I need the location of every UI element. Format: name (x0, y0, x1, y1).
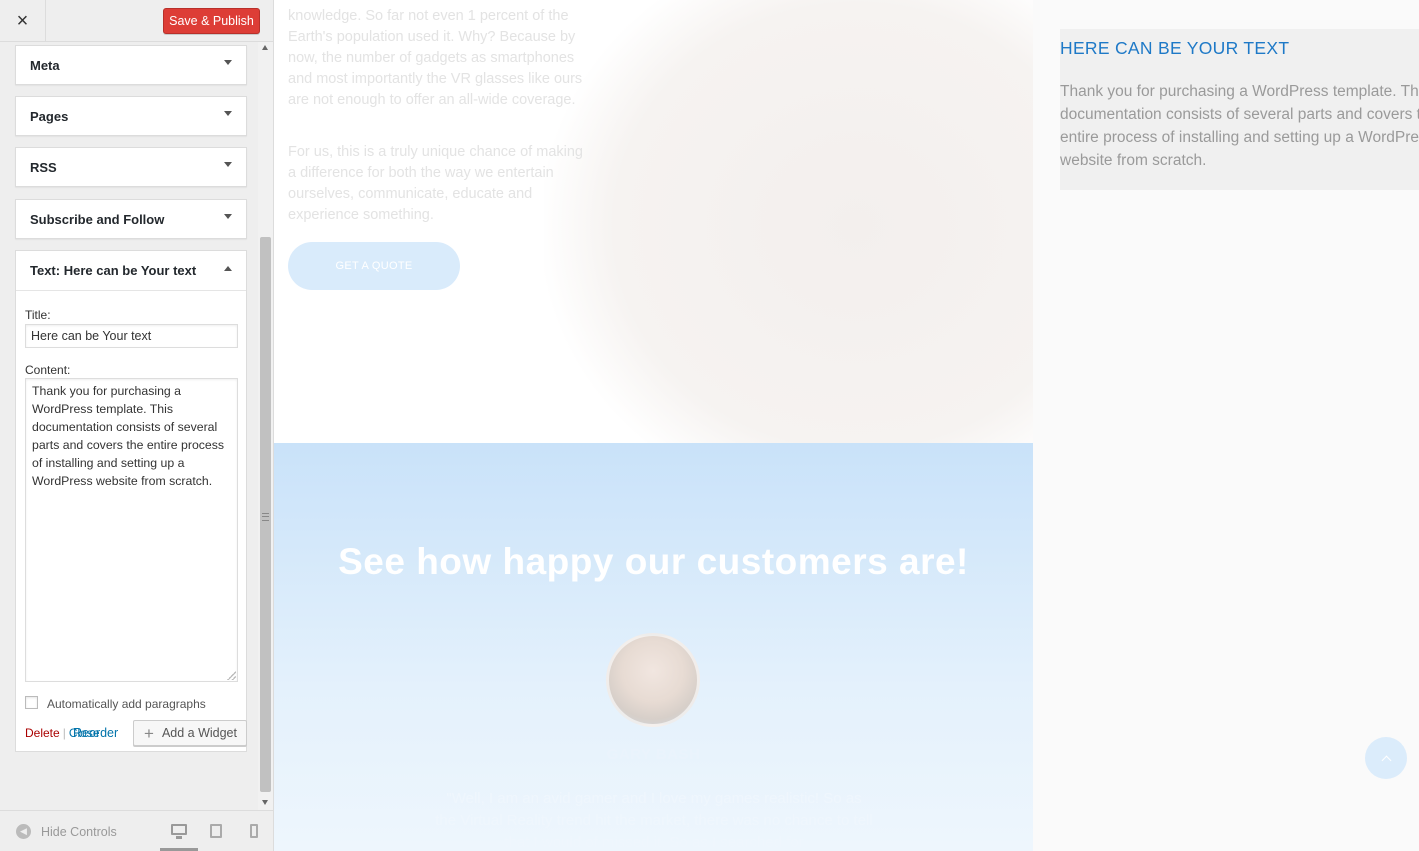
hero-section: knowledge. So far not even 1 percent of … (274, 0, 1033, 443)
mobile-preview-icon[interactable] (250, 824, 258, 838)
widget-text: Thank you for purchasing a WordPress tem… (1060, 83, 1419, 169)
testimonials-section: See how happy our customers are! GARY BA… (274, 443, 1033, 851)
grip-icon (262, 513, 269, 521)
widget-title: HERE CAN BE YOUR TEXT (1060, 38, 1290, 58)
scroll-up-arrow-icon[interactable] (262, 45, 268, 50)
testimonial-quote: "Well, I am an avid gamer and I love my … (435, 790, 873, 851)
chevron-up-icon (1381, 755, 1391, 765)
preview-sidebar: HERE CAN BE YOUR TEXT Thank you for purc… (1033, 0, 1419, 851)
avatar (606, 633, 700, 727)
widgets-panel: Meta Pages RSS Subscribe and Follow Text… (0, 42, 258, 810)
customizer-footer: ◀ Hide Controls (0, 810, 273, 851)
scrollbar-thumb[interactable] (260, 237, 271, 792)
customizer-header: × Save & Publish (0, 0, 273, 42)
testimonials-heading: See how happy our customers are! (338, 541, 969, 582)
scroll-down-arrow-icon[interactable] (262, 800, 268, 805)
hide-controls-label: Hide Controls (41, 824, 117, 839)
hero-paragraph: knowledge. So far not even 1 percent of … (288, 7, 583, 108)
close-customizer-button[interactable]: × (0, 0, 46, 42)
plus-icon: + (144, 723, 154, 743)
collapse-icon: ◀ (16, 824, 31, 839)
testimonial-author: GARY BASH (606, 746, 701, 763)
desktop-preview-icon[interactable] (171, 824, 187, 839)
add-widget-button[interactable]: + Add a Widget (133, 720, 247, 746)
text-widget-preview: HERE CAN BE YOUR TEXT Thank you for purc… (1060, 29, 1419, 190)
hero-image (544, 0, 1033, 443)
save-publish-button[interactable]: Save & Publish (163, 8, 260, 34)
site-preview: knowledge. So far not even 1 percent of … (274, 0, 1419, 851)
close-icon: × (16, 9, 29, 32)
add-widget-label: Add a Widget (161, 726, 237, 740)
scroll-to-top-button[interactable] (1365, 737, 1407, 779)
hide-controls-button[interactable]: ◀ Hide Controls (16, 824, 117, 839)
reorder-link[interactable]: Reorder (73, 726, 118, 740)
tablet-preview-icon[interactable] (210, 824, 222, 838)
get-quote-button[interactable]: GET A QUOTE (288, 242, 460, 290)
hero-paragraph: For us, this is a truly unique chance of… (288, 143, 583, 223)
widget-controls-row: Reorder + Add a Widget (0, 42, 258, 810)
customizer-sidebar: × Save & Publish Meta Pages RSS Subscrib… (0, 0, 274, 851)
sidebar-scrollbar[interactable] (258, 42, 273, 810)
